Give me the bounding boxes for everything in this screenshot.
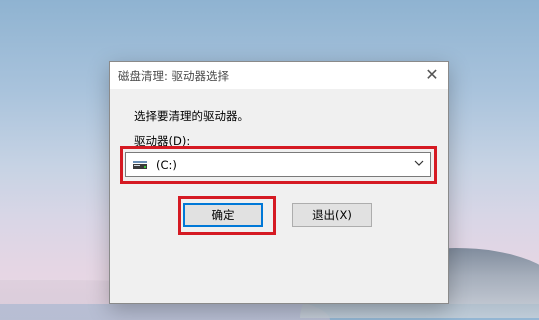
exit-button[interactable]: 退出(X)	[292, 203, 372, 227]
close-icon[interactable]: ✕	[420, 65, 444, 85]
title-bar[interactable]: 磁盘清理: 驱动器选择 ✕	[110, 62, 448, 89]
chevron-down-icon[interactable]	[414, 158, 424, 168]
dialog-title: 磁盘清理: 驱动器选择	[118, 69, 230, 83]
instruction-text: 选择要清理的驱动器。	[134, 109, 249, 123]
disk-cleanup-drive-selection-dialog: 磁盘清理: 驱动器选择 ✕ 选择要清理的驱动器。 驱动器(D): (C:) 确定…	[109, 61, 449, 304]
drive-select[interactable]: (C:)	[125, 152, 431, 177]
selected-drive: (C:)	[156, 158, 177, 172]
hard-drive-icon	[133, 161, 147, 169]
ok-button[interactable]: 确定	[183, 203, 263, 227]
